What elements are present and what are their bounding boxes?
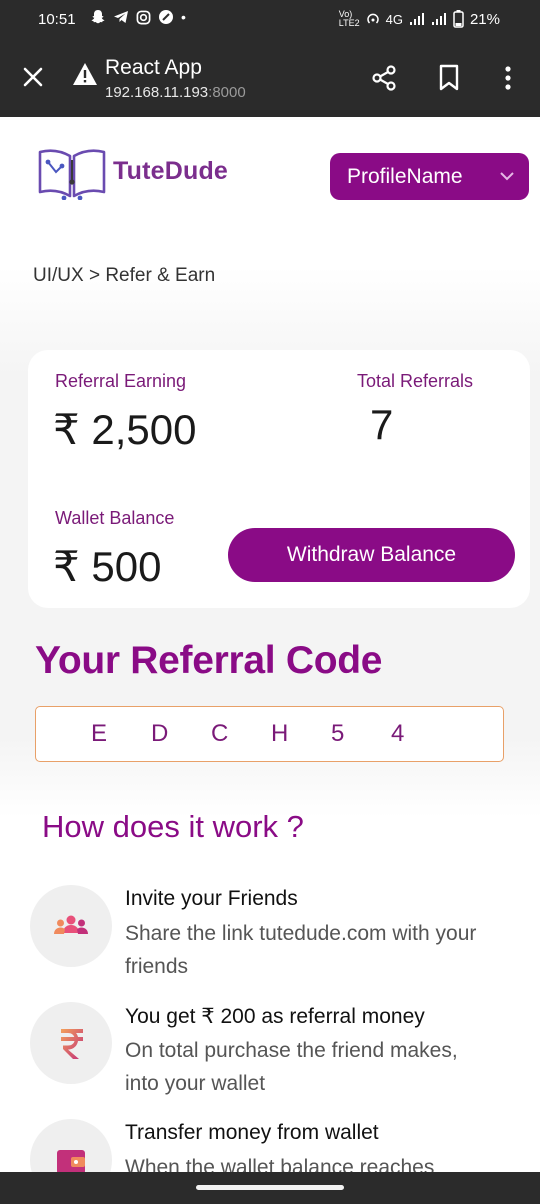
code-char: D: [151, 720, 169, 747]
step-desc: Share the link tutedude.com with your fr…: [125, 922, 477, 978]
code-char: H: [271, 720, 289, 747]
step-icon-circle: [30, 1002, 112, 1084]
wallet-balance-label: Wallet Balance: [55, 508, 175, 528]
referral-code-title: Your Referral Code: [35, 639, 383, 682]
code-char: C: [211, 720, 229, 747]
url-port: :8000: [208, 84, 246, 101]
battery-percent: 21%: [469, 10, 500, 28]
step-desc: On total purchase the friend makes, into…: [125, 1039, 458, 1095]
system-nav-bar: [0, 1172, 540, 1204]
close-icon[interactable]: [20, 64, 46, 90]
url-text[interactable]: 192.168.11.193:8000: [105, 84, 246, 101]
step-title: Transfer money from wallet: [125, 1121, 379, 1144]
referral-earning-value: ₹ 2,500: [53, 406, 197, 453]
wallet-balance-value: ₹ 500: [53, 543, 162, 590]
step-icon-circle: [30, 885, 112, 967]
logo[interactable]: TuteDude: [36, 142, 228, 200]
system-icons: Vo) LTE2 4G 21%: [339, 10, 500, 28]
telegram-icon: [114, 11, 128, 23]
group-icon: [54, 915, 88, 934]
rupee-icon: [61, 1029, 83, 1059]
code-char: 5: [331, 720, 345, 747]
more-notifications-dot: •: [181, 9, 186, 25]
signal-icon-2: [431, 13, 446, 25]
wallet-icon: [57, 1150, 85, 1172]
step-desc: When the wallet balance reaches: [125, 1156, 435, 1172]
app-icon: [159, 10, 173, 24]
earnings-card: Referral Earning ₹ 2,500 Total Referrals…: [28, 350, 530, 608]
referral-code-box[interactable]: E D C H 5 4: [35, 706, 504, 762]
book-logo-icon: [38, 149, 106, 200]
withdraw-balance-button[interactable]: Withdraw Balance: [228, 528, 515, 582]
status-bar: 10:51 • Vo) LTE2 4G 21%: [0, 0, 540, 40]
code-char: 4: [391, 720, 405, 747]
instagram-icon: [136, 10, 151, 24]
referral-earning-label: Referral Earning: [55, 371, 187, 391]
profile-dropdown[interactable]: ProfileName: [330, 153, 529, 200]
step-icon-circle: [30, 1119, 112, 1172]
browser-toolbar: React App 192.168.11.193:8000: [0, 40, 540, 117]
profile-name: ProfileName: [347, 164, 463, 188]
status-time: 10:51: [38, 11, 76, 28]
url-host: 192.168.11.193: [105, 84, 209, 101]
total-referrals-value: 7: [370, 401, 394, 448]
notification-icons: •: [90, 9, 186, 25]
breadcrumb: UI/UX > Refer & Earn: [33, 265, 216, 286]
snapchat-icon: [91, 10, 105, 24]
page-content: TuteDude ProfileName UI/UX > Refer & Ear…: [0, 117, 540, 1172]
network-type: 4G: [385, 11, 403, 27]
code-char: E: [91, 720, 108, 747]
warning-icon[interactable]: [72, 62, 98, 86]
share-icon[interactable]: [370, 64, 398, 92]
logo-text: TuteDude: [113, 156, 229, 185]
volte-icon: Vo) LTE2: [338, 9, 360, 28]
total-referrals-label: Total Referrals: [357, 371, 474, 391]
chevron-down-icon: [500, 172, 514, 181]
how-it-works-title: How does it work ?: [42, 809, 304, 844]
bookmark-icon[interactable]: [437, 64, 461, 92]
step-title: Invite your Friends: [125, 887, 298, 910]
hotspot-icon: [366, 13, 379, 24]
battery-icon: [453, 10, 464, 28]
page-title: React App: [105, 56, 202, 79]
home-gesture-handle[interactable]: [196, 1185, 344, 1190]
more-vert-icon[interactable]: [498, 64, 518, 92]
step-title: You get ₹ 200 as referral money: [125, 1005, 425, 1028]
signal-icon: [409, 13, 424, 25]
